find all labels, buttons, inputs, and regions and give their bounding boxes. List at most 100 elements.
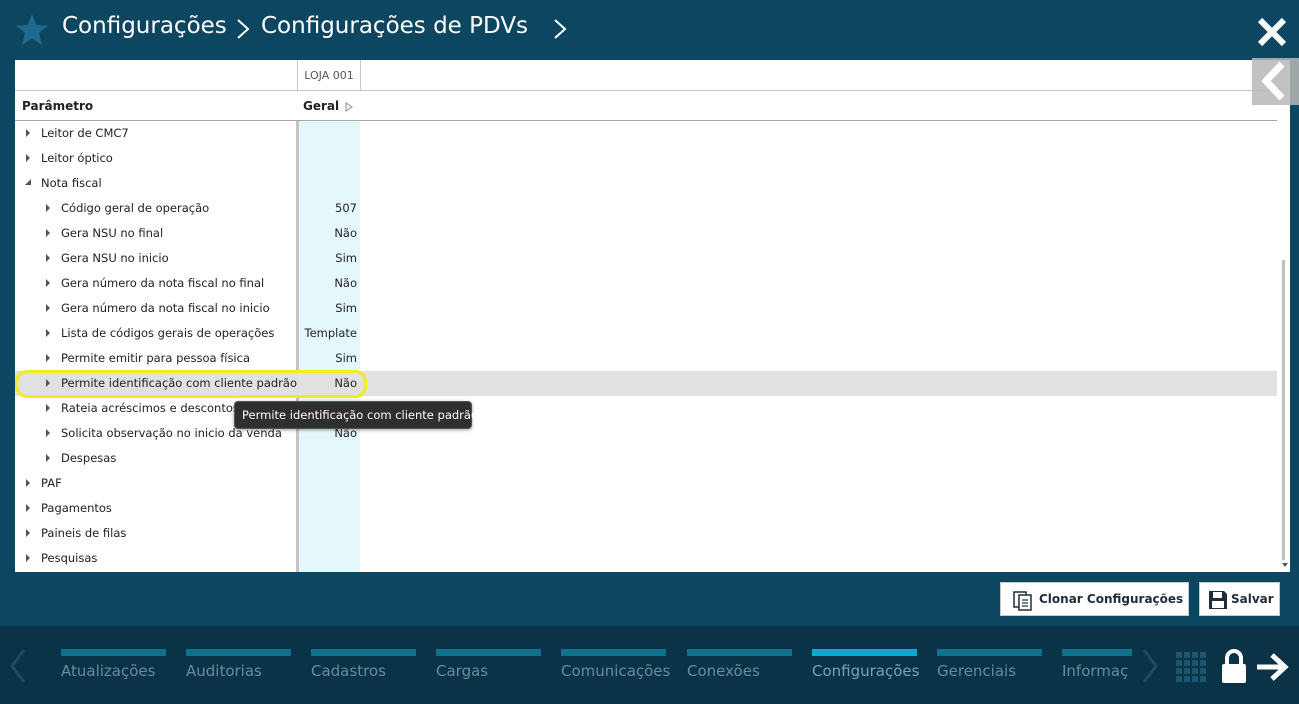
scrollbar-thumb[interactable] — [1282, 260, 1285, 560]
tooltip: Permite identificação com cliente padrão — [234, 401, 478, 429]
expand-triangle-icon[interactable] — [45, 354, 51, 362]
expand-triangle-icon[interactable] — [25, 504, 31, 512]
expand-triangle-icon[interactable] — [25, 479, 31, 487]
value-cell[interactable] — [299, 146, 357, 171]
tree-row[interactable]: Gera NSU no inicio Sim — [15, 246, 1277, 271]
apps-grid-icon[interactable] — [1175, 651, 1207, 683]
value-cell[interactable]: Não — [299, 221, 357, 246]
tree-row[interactable]: Nota fiscal — [15, 171, 1277, 196]
tree-row-label: Leitor óptico — [41, 151, 113, 165]
close-icon[interactable] — [1256, 16, 1288, 48]
param-column-header[interactable]: Parâmetro — [22, 99, 93, 113]
chevron-right-icon — [237, 19, 250, 39]
scroll-down-icon[interactable] — [1281, 562, 1289, 568]
tree-row[interactable]: Código geral de operação 507 — [15, 196, 1277, 221]
tree-row[interactable]: Pesquisas — [15, 546, 1277, 571]
expand-triangle-icon[interactable] — [45, 404, 51, 412]
tree-row-label: Gera número da nota fiscal no inicio — [61, 301, 270, 315]
floppy-disk-icon — [1209, 591, 1227, 609]
parameters-grid: LOJA 001 Parâmetro Geral Leitor de CMC7 L… — [15, 60, 1290, 572]
expand-triangle-icon[interactable] — [45, 304, 51, 312]
expand-triangle-icon[interactable] — [45, 329, 51, 337]
value-cell[interactable] — [299, 121, 357, 146]
nav-item-bar — [186, 649, 291, 656]
tree-row[interactable]: Gera número da nota fiscal no inicio Sim — [15, 296, 1277, 321]
expand-triangle-icon[interactable] — [45, 254, 51, 262]
expand-triangle-icon[interactable] — [45, 279, 51, 287]
value-cell[interactable] — [299, 171, 357, 196]
value-cell[interactable] — [299, 521, 357, 546]
tree-row[interactable]: Solicita observação no inicio da venda Nã… — [15, 421, 1277, 446]
value-cell[interactable]: Não — [299, 271, 357, 296]
tree-row[interactable]: PAF — [15, 471, 1277, 496]
nav-item-bar — [436, 649, 541, 656]
save-button[interactable]: Salvar — [1199, 582, 1280, 616]
breadcrumb-configuracoes[interactable]: Configurações — [62, 13, 227, 39]
tree-row[interactable]: Despesas — [15, 446, 1277, 471]
expand-triangle-icon[interactable] — [25, 529, 31, 537]
expand-triangle-icon[interactable] — [45, 429, 51, 437]
value-column-header[interactable]: Geral — [303, 99, 339, 113]
tree-row-label: Paineis de filas — [41, 526, 127, 540]
tree-row-label: Pesquisas — [41, 551, 98, 565]
value-cell[interactable]: Template — [299, 321, 357, 346]
bottom-navbar: Atualizações Auditorias Cadastros Cargas Com… — [0, 626, 1299, 704]
nav-item-bar — [61, 649, 166, 656]
clone-settings-button[interactable]: Clonar Configurações — [1000, 582, 1189, 616]
tree-row[interactable]: Lista de códigos gerais de operações Temp… — [15, 321, 1277, 346]
star-icon[interactable] — [14, 12, 50, 48]
divider — [15, 90, 1277, 91]
side-panel-toggle[interactable] — [1252, 58, 1299, 105]
value-cell-text: Não — [334, 276, 357, 290]
tree-row[interactable]: Gera NSU no final Não — [15, 221, 1277, 246]
chevron-right-icon[interactable] — [553, 18, 567, 40]
value-cell[interactable]: 507 — [299, 196, 357, 221]
nav-item-bar — [561, 649, 666, 656]
nav-right-arrow-icon[interactable] — [1140, 648, 1160, 684]
expand-triangle-icon[interactable] — [25, 129, 31, 137]
breadcrumb-configuracoes-pdvs[interactable]: Configurações de PDVs — [261, 13, 528, 39]
tree-row[interactable]: Permite emitir para pessoa física Sim — [15, 346, 1277, 371]
value-cell[interactable] — [299, 546, 357, 571]
tree-row[interactable]: Paineis de filas — [15, 521, 1277, 546]
value-cell[interactable] — [299, 446, 357, 471]
value-cell[interactable]: Sim — [299, 346, 357, 371]
nav-left-arrow-icon[interactable] — [8, 648, 28, 684]
clone-icon — [1013, 591, 1032, 611]
store-column-header[interactable]: LOJA 001 — [297, 60, 361, 90]
value-cell[interactable] — [299, 496, 357, 521]
title-bar: Configurações Configurações de PDVs — [0, 0, 1299, 58]
expand-triangle-icon[interactable] — [45, 204, 51, 212]
nav-item-bar — [687, 649, 792, 656]
tree-row[interactable]: Leitor óptico — [15, 146, 1277, 171]
nav-item-label: Auditorias — [186, 662, 262, 680]
expand-triangle-icon[interactable] — [45, 229, 51, 237]
save-label: Salvar — [1231, 592, 1274, 606]
tree-row[interactable]: Rateia acréscimos e descontos — [15, 396, 1277, 421]
tree-row-label: Lista de códigos gerais de operações — [61, 326, 275, 340]
value-cell-text: 507 — [335, 201, 357, 215]
expand-triangle-icon[interactable] — [45, 454, 51, 462]
logout-arrow-icon[interactable] — [1255, 653, 1289, 681]
tree-row[interactable]: Leitor de CMC7 — [15, 121, 1277, 146]
tree-row[interactable]: Gera número da nota fiscal no final Não — [15, 271, 1277, 296]
expand-column-icon[interactable] — [345, 102, 353, 112]
nav-item-label: Conexões — [687, 662, 760, 680]
expand-triangle-icon[interactable] — [25, 554, 31, 562]
value-cell[interactable] — [299, 471, 357, 496]
value-cell[interactable]: Sim — [299, 246, 357, 271]
value-cell-text: Não — [334, 226, 357, 240]
tree-row-label: Despesas — [61, 451, 117, 465]
value-cell-text: Sim — [335, 351, 357, 365]
selection-highlight — [15, 370, 367, 398]
value-cell[interactable]: Sim — [299, 296, 357, 321]
collapse-triangle-icon[interactable] — [25, 179, 31, 187]
nav-item-label: Cargas — [436, 662, 489, 680]
nav-item-label: Informaç — [1062, 662, 1129, 680]
tree-row-label: Nota fiscal — [41, 176, 102, 190]
expand-triangle-icon[interactable] — [25, 154, 31, 162]
lock-icon[interactable] — [1220, 648, 1248, 684]
tree-row[interactable]: Pagamentos — [15, 496, 1277, 521]
tree-row-label: Pagamentos — [41, 501, 112, 515]
nav-item-label: Gerenciais — [937, 662, 1017, 680]
